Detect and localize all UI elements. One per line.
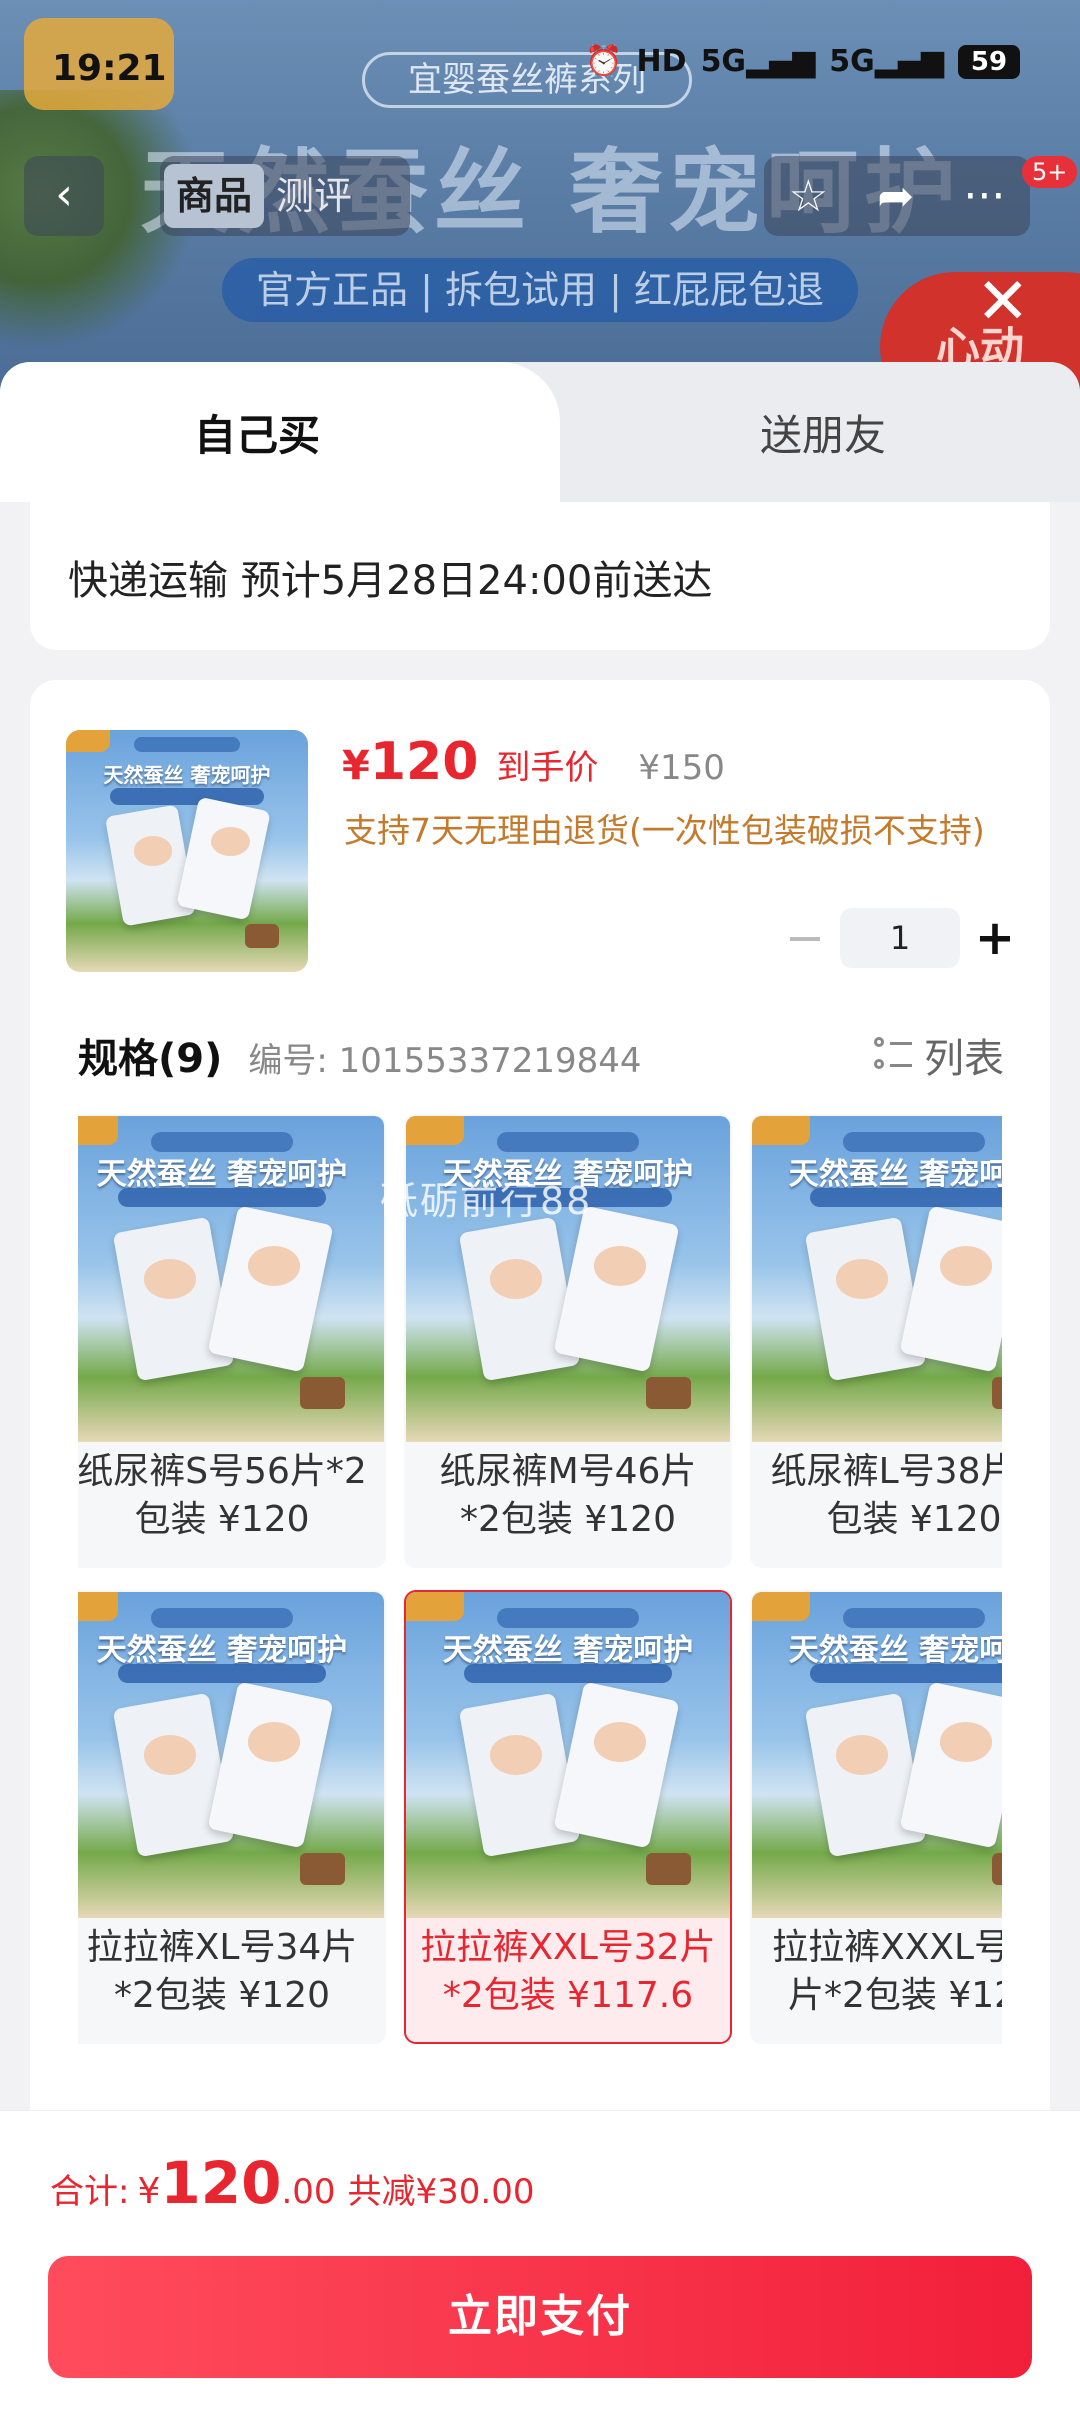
variant-image: 天然蚕丝 奢宠呵护 (78, 1116, 384, 1442)
variant-image: 天然蚕丝 奢宠呵护 (406, 1592, 730, 1918)
banner-features: 官方正品 | 拆包试用 | 红屁屁包退 (222, 258, 858, 322)
price-symbol: ¥ (342, 743, 370, 789)
tab-product[interactable]: 商品 (164, 164, 265, 228)
variant-label-line1: 纸尿裤M号46片 (439, 1451, 697, 1492)
variant-label-line2: 片*2包装 ¥120 (788, 1975, 1002, 2016)
variant-image: 天然蚕丝 奢宠呵护 (406, 1116, 730, 1442)
variant-option[interactable]: 天然蚕丝 奢宠呵护纸尿裤L号38片*2 包装 ¥120 (750, 1114, 1002, 1568)
variant-option[interactable]: 天然蚕丝 奢宠呵护拉拉裤XXXL号30 片*2包装 ¥120 (750, 1590, 1002, 2044)
increase-button[interactable]: + (960, 910, 1030, 966)
back-button[interactable]: ‹ (24, 156, 104, 236)
list-view-label: 列表 (924, 1036, 1004, 1082)
quantity-stepper: − 1 + (770, 908, 1030, 968)
variant-label: 拉拉裤XXXL号30 片*2包装 ¥120 (752, 1924, 1002, 2020)
product-card: 天然蚕丝 奢宠呵护 ¥ 120 到手价 ¥150 支持7天无理由退货(一次性包装… (30, 680, 1050, 2140)
list-icon (874, 1035, 914, 1075)
total-decimal: .00 (281, 2172, 336, 2212)
list-view-toggle[interactable]: 列表 (874, 1026, 1004, 1084)
price-row: ¥ 120 到手价 ¥150 (342, 732, 725, 792)
decrease-button[interactable]: − (770, 910, 840, 966)
variant-label-line1: 纸尿裤L号38片*2 (770, 1451, 1002, 1492)
purchase-tabs: 自己买 送朋友 (0, 362, 1080, 502)
hd-icon: HD (636, 44, 687, 79)
variant-label-line1: 纸尿裤S号56片*2 (78, 1451, 367, 1492)
price-tag: 到手价 (496, 748, 599, 788)
total-saving: 共减¥30.00 (347, 2172, 535, 2212)
signal-icon: 5G▂▄▆ (700, 44, 816, 79)
variant-thumb-title: 天然蚕丝 奢宠呵护 (788, 1156, 1002, 1192)
total-label: 合计: (50, 2172, 130, 2212)
pay-now-button[interactable]: 立即支付 (48, 2256, 1032, 2378)
variant-option[interactable]: 天然蚕丝 奢宠呵护纸尿裤S号56片*2 包装 ¥120 (78, 1114, 386, 1568)
total-symbol: ¥ (137, 2171, 161, 2212)
chevron-left-icon: ‹ (55, 169, 73, 220)
variant-label: 拉拉裤XXL号32片 *2包装 ¥117.6 (406, 1924, 730, 2020)
status-icons: ⏰ HD 5G▂▄▆ 5G▂▄▆ 59 (585, 44, 1020, 79)
alarm-icon: ⏰ (585, 44, 623, 79)
variant-label: 拉拉裤XL号34片 *2包装 ¥120 (78, 1924, 384, 2020)
status-time: 19:21 (52, 48, 167, 89)
nav-actions: ☆ ➦ ··· (764, 156, 1030, 236)
tab-gift-friend[interactable]: 送朋友 (760, 402, 886, 463)
variant-image: 天然蚕丝 奢宠呵护 (752, 1116, 1002, 1442)
variant-option[interactable]: 天然蚕丝 奢宠呵护拉拉裤XL号34片 *2包装 ¥120 (78, 1590, 386, 2044)
variant-thumb-title: 天然蚕丝 奢宠呵护 (442, 1632, 694, 1668)
star-icon[interactable]: ☆ (789, 171, 828, 222)
close-icon[interactable]: ✕ (976, 270, 1030, 334)
product-thumbnail[interactable]: 天然蚕丝 奢宠呵护 (66, 730, 308, 972)
more-icon[interactable]: ··· (963, 171, 1005, 222)
original-price: ¥150 (638, 748, 725, 788)
spec-header: 规格(9) 编号: 10155337219844 (78, 1026, 1008, 1084)
more-badge: 5+ (1022, 156, 1078, 188)
variant-thumb-title: 天然蚕丝 奢宠呵护 (788, 1632, 1002, 1668)
delivery-card[interactable]: 快递运输 预计5月28日24:00前送达 (30, 502, 1050, 650)
variant-row-2: 天然蚕丝 奢宠呵护 拉拉裤XL号34片 *2包装 ¥120 天然蚕丝 奢宠呵护 拉拉裤X… (78, 1590, 1002, 2110)
thumb-title: 天然蚕丝 奢宠呵护 (103, 763, 271, 788)
variant-label-line2: 包装 ¥120 (826, 1499, 1002, 1540)
variant-thumb-title: 天然蚕丝 奢宠呵护 (96, 1632, 348, 1668)
variant-label-line1: 拉拉裤XL号34片 (86, 1927, 358, 1968)
variant-image: 天然蚕丝 奢宠呵护 (78, 1592, 384, 1918)
signal-icon-2: 5G▂▄▆ (829, 44, 944, 79)
variant-thumb-title: 天然蚕丝 奢宠呵护 (96, 1156, 348, 1192)
battery-icon: 59 (958, 44, 1020, 79)
variant-label-line2: *2包装 ¥120 (460, 1499, 676, 1540)
watermark-text: 砥砺前行88 (380, 1179, 593, 1223)
variant-label-line1: 拉拉裤XXL号32片 (420, 1927, 716, 1968)
return-policy: 支持7天无理由退货(一次性包装破损不支持) (344, 811, 985, 850)
pay-area: 立即支付 (0, 2240, 1080, 2412)
variant-label-line2: 包装 ¥120 (134, 1499, 310, 1540)
purchase-sheet: 自己买 送朋友 快递运输 预计5月28日24:00前送达 天然蚕丝 奢宠呵护 ¥… (0, 362, 1080, 2412)
variant-label: 纸尿裤M号46片 *2包装 ¥120 (406, 1448, 730, 1544)
variant-label: 纸尿裤S号56片*2 包装 ¥120 (78, 1448, 384, 1544)
variant-label: 纸尿裤L号38片*2 包装 ¥120 (752, 1448, 1002, 1544)
variant-image: 天然蚕丝 奢宠呵护 (752, 1592, 1002, 1918)
status-bar: 19:21 ⏰ HD 5G▂▄▆ 5G▂▄▆ 59 (0, 0, 1080, 140)
variant-label-line2: *2包装 ¥117.6 (442, 1975, 694, 2016)
variant-label-line1: 拉拉裤XXXL号30 (772, 1927, 1002, 1968)
product-code: 编号: 10155337219844 (248, 1041, 642, 1081)
nav-tabs: 商品 测评 (160, 156, 410, 236)
total-amount: 120 (160, 2149, 282, 2217)
delivery-estimate: 快递运输 预计5月28日24:00前送达 (68, 558, 713, 604)
variant-option[interactable]: 天然蚕丝 奢宠呵护拉拉裤XXL号32片 *2包装 ¥117.6 (404, 1590, 732, 2044)
tab-review[interactable]: 测评 (264, 164, 364, 228)
total-row: 合计: ¥ 120 .00 共减¥30.00 (50, 2149, 535, 2217)
tab-buy-self[interactable]: 自己买 (194, 402, 320, 463)
variant-label-line2: *2包装 ¥120 (114, 1975, 330, 2016)
share-icon[interactable]: ➦ (877, 171, 914, 222)
spec-title: 规格(9) (78, 1036, 223, 1082)
final-price: 120 (369, 732, 479, 792)
total-bar: 合计: ¥ 120 .00 共减¥30.00 (0, 2110, 1080, 2240)
quantity-value[interactable]: 1 (840, 908, 960, 968)
